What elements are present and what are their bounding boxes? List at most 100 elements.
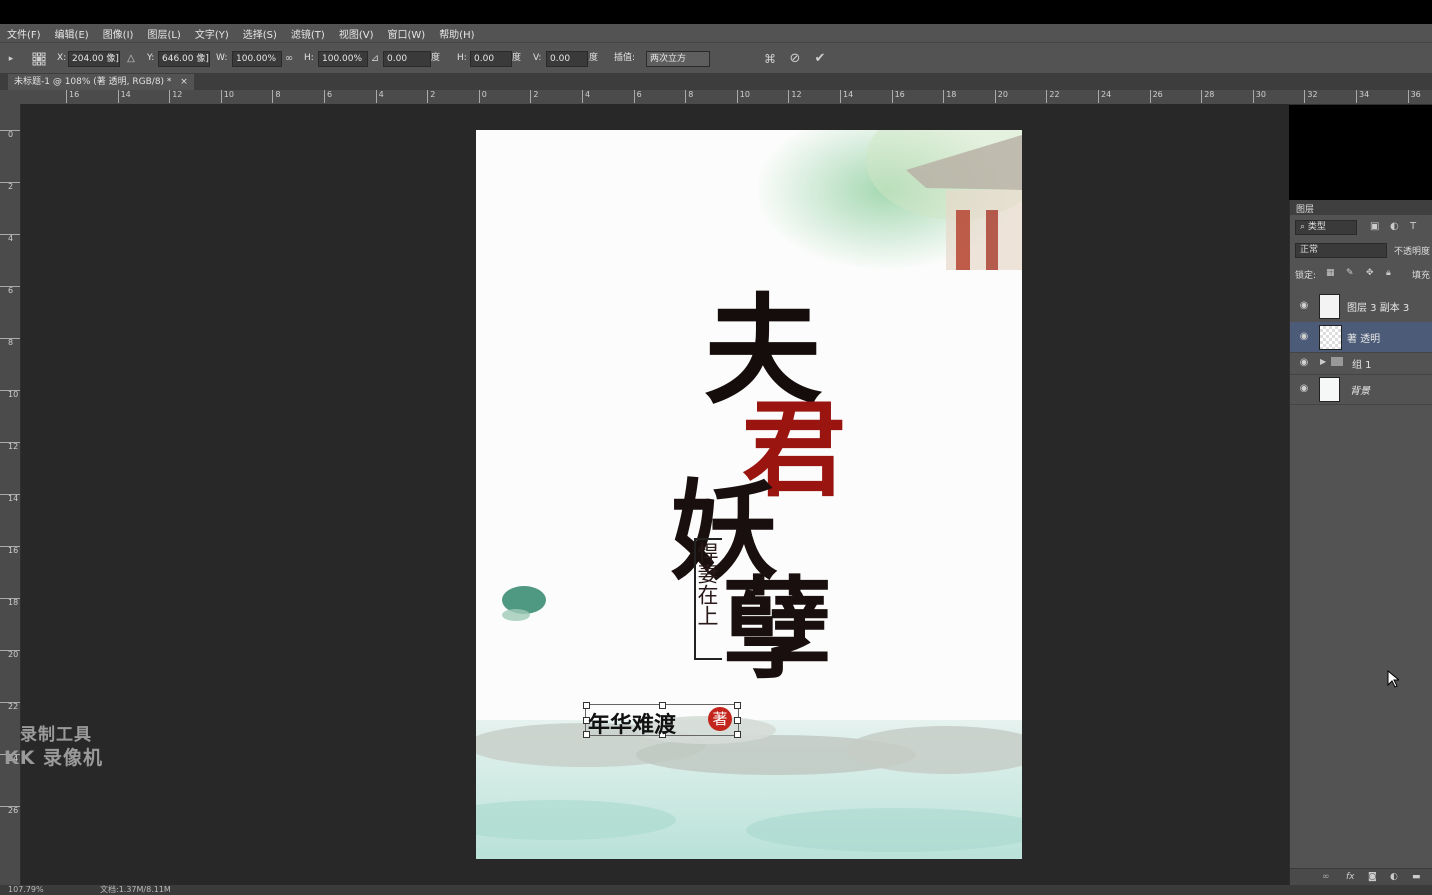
eye-icon[interactable]: ◉ [1298,300,1310,312]
watermark-line1: 录制工具 [20,725,92,745]
height-field[interactable]: 100.00% [318,51,368,67]
ruler-tick-label: 6 [324,90,332,103]
add-mask-icon[interactable]: ◙ [1368,872,1377,882]
ruler-tick-label: 36 [1407,90,1421,103]
document-info[interactable]: 文档:1.37M/8.11M [100,885,171,895]
ruler-tick-label: 22 [0,702,20,711]
x-field[interactable]: 204.00 像] [68,51,120,67]
layer-name: 著 透明 [1347,334,1381,345]
lock-brush-icon[interactable]: ✎ [1346,268,1354,278]
close-tab-icon[interactable]: × [180,77,188,87]
layer-filter-select[interactable]: ⌕ 类型 [1295,220,1357,235]
expand-arrow-icon[interactable]: ▶ [1320,357,1326,366]
ruler-tick-label: 8 [272,90,280,103]
layer-thumbnail [1319,294,1340,319]
layers-panel-header: 图层 [1290,200,1432,215]
mouse-cursor-icon [1387,670,1399,688]
link-layers-icon[interactable]: ∞ [1322,872,1330,882]
document-tab-bar: 未标题-1 @ 108% (著 透明, RGB/8) * × [0,73,1432,90]
transform-handle[interactable] [734,702,741,709]
menu-filter[interactable]: 滤镜(T) [284,26,332,41]
ruler-tick-label: 16 [66,90,79,103]
fx-icon[interactable]: fx [1346,872,1355,882]
new-group-icon[interactable]: ▬ [1412,872,1421,882]
lock-all-icon[interactable]: 🔒︎ [1386,268,1391,278]
adjustment-layer-icon[interactable]: ◐ [1390,872,1398,882]
document-tab[interactable]: 未标题-1 @ 108% (著 透明, RGB/8) * × [8,74,194,90]
menu-view[interactable]: 视图(V) [332,26,381,41]
warp-icon[interactable]: ⌘ [763,52,777,66]
vskew-unit: 度 [589,53,599,63]
author-seal: 著 [708,707,732,731]
transform-handle[interactable] [734,731,741,738]
menu-select[interactable]: 选择(S) [236,26,284,41]
type-filter-icon[interactable]: T [1410,221,1416,232]
author-name: 年华难渡 [588,712,677,738]
menu-file[interactable]: 文件(F) [0,26,48,41]
angle-field[interactable]: 0.00 [383,51,431,67]
lock-move-icon[interactable]: ✥ [1366,268,1374,278]
eye-icon[interactable]: ◉ [1298,331,1310,343]
ruler-tick-label: 16 [891,90,905,103]
layer-row-selected[interactable]: ◉ 著 透明 [1290,322,1432,353]
vskew-field[interactable]: 0.00 [546,51,588,67]
options-bar: ▸ X: 204.00 像] △ Y: 646.00 像] W: 100.00%… [0,42,1432,75]
lock-transparent-icon[interactable]: ▦ [1326,268,1335,278]
width-field[interactable]: 100.00% [232,51,282,67]
ruler-tick-label: 6 [633,90,642,103]
interpolation-select[interactable]: 两次立方 [646,51,710,67]
menu-bar: 文件(F) 编辑(E) 图像(I) 图层(L) 文字(Y) 选择(S) 滤镜(T… [0,24,1432,42]
ruler-tick-label: 28 [1201,90,1214,103]
layer-row[interactable]: ◉ 背景 [1290,374,1432,405]
ruler-tick-label: 12 [0,442,20,451]
menu-image[interactable]: 图像(I) [96,26,141,41]
eye-icon[interactable]: ◉ [1298,357,1310,369]
transform-bounding-box[interactable]: 年华难渡 著 [583,702,741,738]
ruler-tick-label: 32 [1304,90,1318,103]
cancel-transform-icon[interactable]: ⊘ [788,52,802,66]
transform-handle[interactable] [734,717,741,724]
adjustment-filter-icon[interactable]: ◐ [1390,221,1399,232]
layer-name: 图层 3 副本 3 [1347,303,1410,314]
image-filter-icon[interactable]: ▣ [1370,221,1379,232]
layer-group-row[interactable]: ◉ ▶ 组 1 [1290,352,1432,375]
y-field[interactable]: 646.00 像] [158,51,210,67]
hskew-unit: 度 [512,53,522,63]
ruler-tick-label: 10 [736,90,750,103]
link-icon[interactable]: ∞ [282,52,296,66]
commit-transform-icon[interactable]: ✔ [813,52,827,66]
layer-thumbnail [1319,325,1342,350]
zoom-level[interactable]: 107.79% [8,885,44,895]
h-label: H: [304,53,314,63]
layers-panel-title[interactable]: 图层 [1296,202,1314,215]
watermark-line2: KK 录像机 [4,747,104,769]
menu-help[interactable]: 帮助(H) [432,26,481,41]
layer-filter-type: 类型 [1307,222,1326,232]
reference-point-icon[interactable] [32,52,46,66]
layer-row[interactable]: ◉ 图层 3 副本 3 [1290,290,1432,323]
interpolation-label: 插值: [614,53,636,63]
ruler-tick-label: 2 [427,90,435,103]
x-label: X: [57,53,67,63]
layer-thumbnail [1319,377,1340,402]
menu-layer[interactable]: 图层(L) [140,26,187,41]
ruler-tick-label: 34 [1356,90,1369,103]
horizontal-ruler: 16 14 12 10 8 6 4 2 0 2 4 6 8 10 12 14 16 18 20 22 24 26 28 30 3… [0,90,1432,105]
title-char-4: 孽 [722,565,832,694]
ruler-tick-label: 18 [0,598,20,607]
fill-label: 填充 [1412,271,1431,281]
hskew-field[interactable]: 0.00 [470,51,512,67]
ruler-tick-label: 6 [0,286,20,295]
opacity-label: 不透明度 [1394,247,1431,257]
relative-position-icon[interactable]: △ [124,52,138,66]
document-canvas[interactable]: 夫 君 妖 孽 悍妻在上 年华难渡 著 [476,130,1022,859]
menu-edit[interactable]: 编辑(E) [48,26,96,41]
menu-type[interactable]: 文字(Y) [188,26,236,41]
document-tab-title: 未标题-1 @ 108% (著 透明, RGB/8) * [14,77,172,87]
blend-mode-select[interactable]: 正常 [1295,243,1387,258]
ruler-tick-label: 26 [1149,90,1163,103]
ruler-tick-label: 4 [0,234,20,243]
menu-window[interactable]: 窗口(W) [380,26,432,41]
tool-preset-icon[interactable]: ▸ [4,52,18,66]
eye-icon[interactable]: ◉ [1298,383,1310,395]
